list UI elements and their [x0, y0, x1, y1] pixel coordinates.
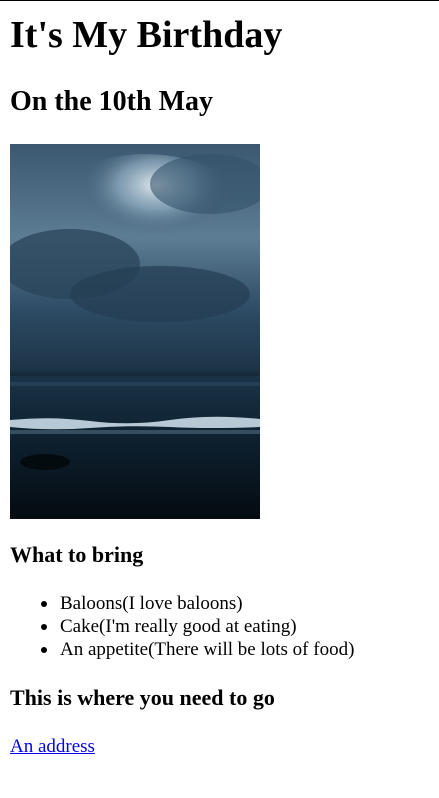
list-item: An appetite(There will be lots of food)	[40, 639, 355, 660]
location-heading: This is where you need to go	[10, 685, 275, 710]
sea-photo	[10, 144, 260, 519]
address-link[interactable]: An address	[10, 735, 95, 758]
bring-list: Baloons(I love baloons) Cake(I'm really …	[10, 592, 354, 661]
page-subtitle: On the 10th May	[10, 86, 213, 117]
list-item: Cake(I'm really good at eating)	[40, 615, 354, 638]
top-border	[0, 0, 439, 1]
page-title: It's My Birthday	[10, 14, 283, 56]
list-item: Baloons(I love baloons)	[40, 592, 354, 615]
what-to-bring-heading: What to bring	[10, 542, 144, 567]
